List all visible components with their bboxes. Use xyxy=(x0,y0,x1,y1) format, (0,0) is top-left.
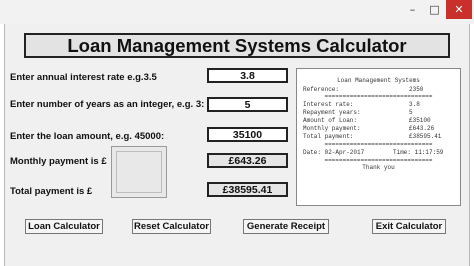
receipt-row-label: Amount of Loan: xyxy=(303,117,358,124)
receipt-row-label: Repayment years: xyxy=(303,109,361,116)
years-input[interactable]: 5 xyxy=(207,97,288,112)
receipt-row-label: Reference: xyxy=(303,86,340,93)
page-title: Loan Management Systems Calculator xyxy=(24,33,450,58)
receipt-row-label: Total payment: xyxy=(303,133,354,140)
empty-panel xyxy=(111,146,167,198)
maximize-icon[interactable]: □ xyxy=(424,0,445,19)
receipt-thanks: Thank you xyxy=(362,164,395,171)
receipt-time: Time: 11:17:59 xyxy=(393,149,444,156)
receipt-separator: ============================== xyxy=(324,93,433,100)
receipt-row-value: £35100 xyxy=(409,117,431,124)
receipt-date: Date: 02-Apr-2017 xyxy=(303,149,365,156)
interest-rate-input[interactable]: 3.8 xyxy=(207,68,288,83)
total-payment-label: Total payment is £ xyxy=(10,186,93,197)
receipt-row-value: 5 xyxy=(409,109,413,116)
close-icon[interactable]: ✕ xyxy=(446,0,472,19)
receipt-separator: ============================== xyxy=(324,141,433,148)
receipt-row-value: 2350 xyxy=(409,86,424,93)
monthly-payment-output: £643.26 xyxy=(207,153,288,168)
receipt-panel[interactable]: Loan Management Systems Reference: 2350 … xyxy=(296,68,461,206)
receipt-separator: ============================== xyxy=(324,157,433,164)
window-titlebar: – □ ✕ xyxy=(0,0,474,24)
monthly-payment-label: Monthly payment is £ xyxy=(10,156,107,167)
receipt-row-value: £38595.41 xyxy=(409,133,442,140)
exit-calculator-button[interactable]: Exit Calculator xyxy=(372,219,446,234)
receipt-row-value: 3.8 xyxy=(409,101,420,108)
generate-receipt-button[interactable]: Generate Receipt xyxy=(243,219,329,234)
loan-amount-input[interactable]: 35100 xyxy=(207,127,288,142)
receipt-row-label: Interest rate: xyxy=(303,101,354,108)
amount-label: Enter the loan amount, e.g. 45000: xyxy=(10,131,165,142)
minimize-icon[interactable]: – xyxy=(402,0,423,19)
receipt-heading: Loan Management Systems xyxy=(337,77,420,84)
loan-calculator-button[interactable]: Loan Calculator xyxy=(25,219,103,234)
receipt-row-value: £643.26 xyxy=(409,125,435,132)
reset-calculator-button[interactable]: Reset Calculator xyxy=(132,219,211,234)
interest-label: Enter annual interest rate e.g.3.5 xyxy=(10,72,157,83)
receipt-row-label: Monthly payment: xyxy=(303,125,361,132)
years-label: Enter number of years as an integer, e.g… xyxy=(10,99,205,110)
total-payment-output: £38595.41 xyxy=(207,182,288,197)
